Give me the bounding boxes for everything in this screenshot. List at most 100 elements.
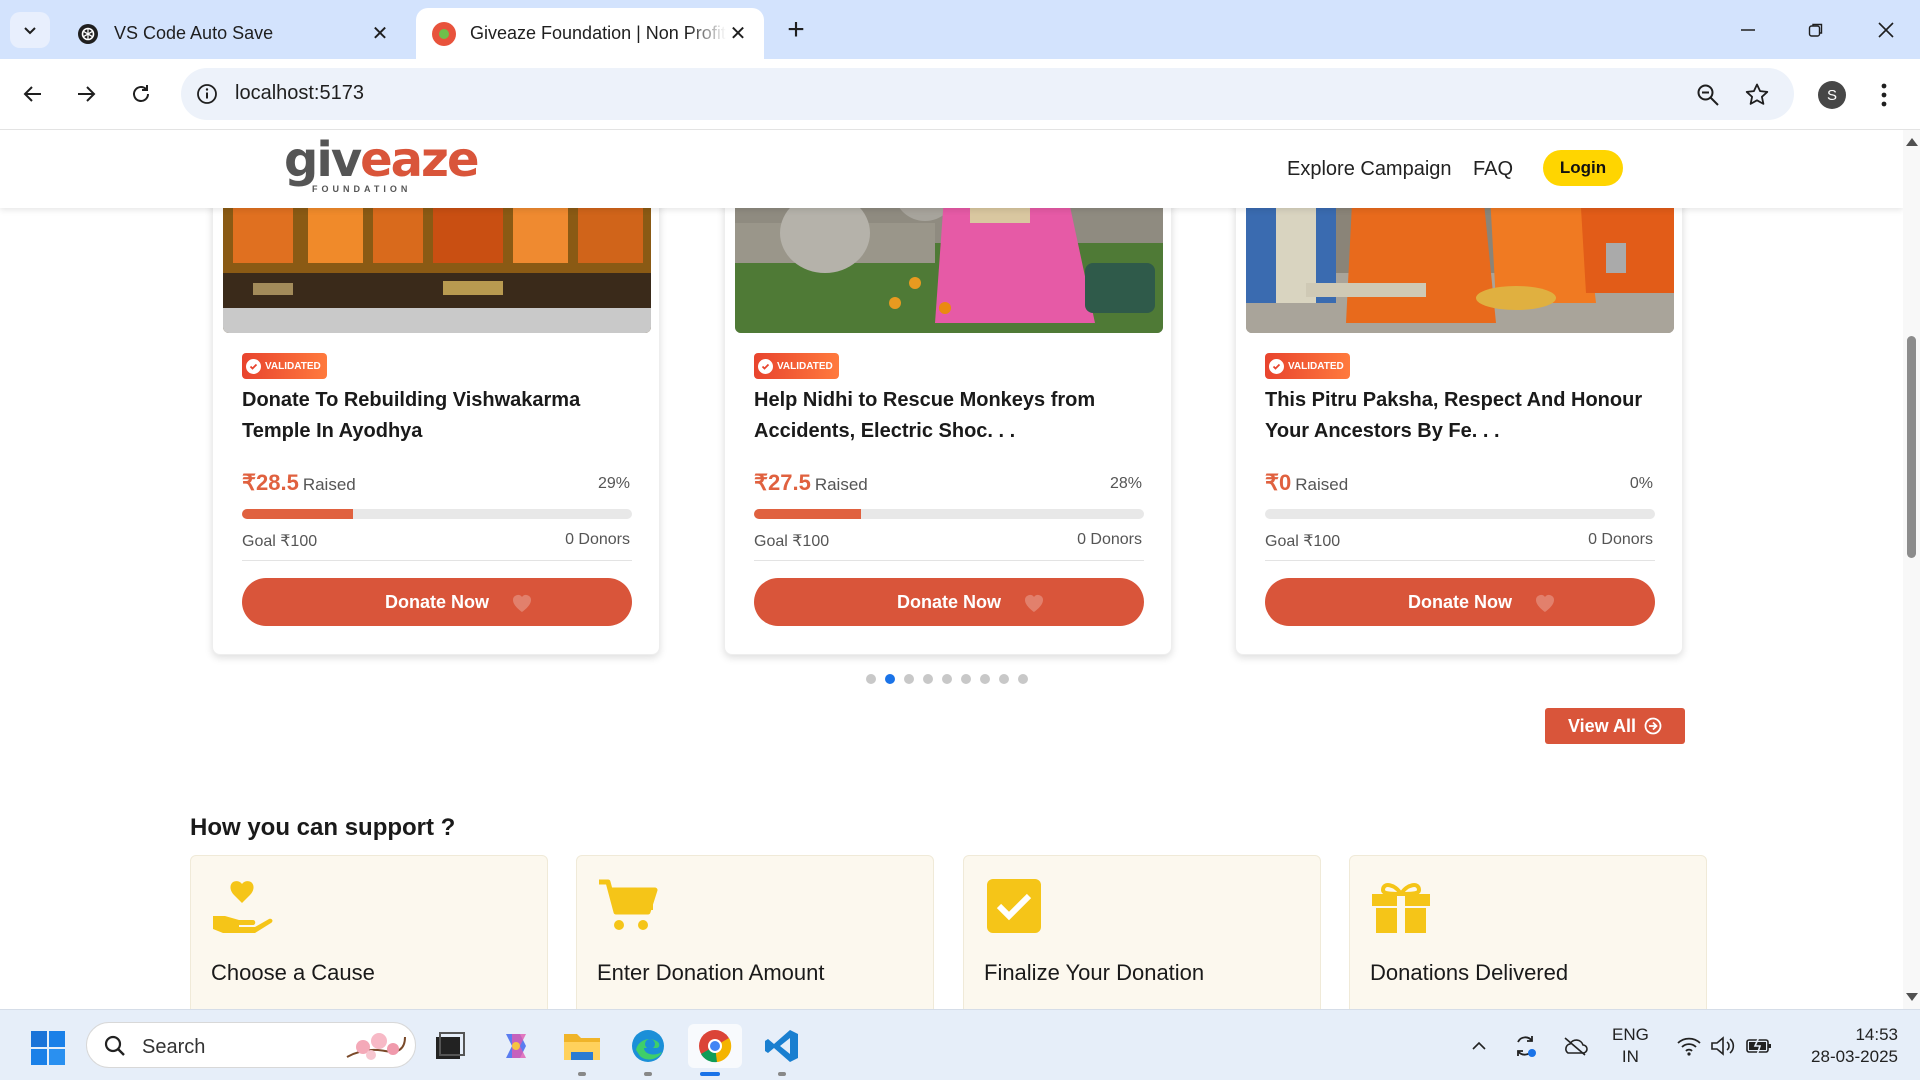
carousel-dot[interactable]	[904, 674, 914, 684]
taskbar-clock[interactable]: 14:53 28-03-2025	[1794, 1024, 1898, 1068]
raised-value: ₹28.5	[242, 470, 299, 495]
browser-toolbar: localhost:5173 S	[0, 59, 1920, 130]
clock-date: 28-03-2025	[1811, 1047, 1898, 1066]
minimize-icon	[1741, 29, 1755, 31]
forward-button[interactable]	[66, 74, 106, 114]
donate-now-button[interactable]: Donate Now	[242, 578, 632, 626]
running-indicator	[778, 1072, 786, 1076]
close-window-button[interactable]	[1862, 10, 1910, 50]
language-indicator[interactable]: ENG IN	[1612, 1024, 1649, 1068]
more-menu-icon[interactable]	[1872, 79, 1896, 111]
carousel-dot[interactable]	[866, 674, 876, 684]
taskbar-search[interactable]: Search	[86, 1022, 416, 1068]
taskbar-copilot[interactable]	[494, 1024, 538, 1068]
progress-percent: 0%	[1629, 475, 1653, 492]
raised-amount: ₹28.5 Raised	[242, 470, 356, 496]
progress-percent: 28%	[1109, 475, 1142, 492]
carousel-dot[interactable]	[999, 674, 1009, 684]
carousel-dot[interactable]	[1018, 674, 1028, 684]
folder-icon	[564, 1034, 600, 1060]
tab-giveaze[interactable]: Giveaze Foundation | Non Profit Organiza…	[416, 8, 764, 59]
page-scrollbar[interactable]	[1903, 130, 1920, 1009]
tray-onedrive[interactable]	[1560, 1032, 1590, 1060]
tray-wifi[interactable]	[1674, 1032, 1704, 1060]
donor-count: 0 Donors	[565, 531, 630, 548]
tab-close-icon[interactable]: ✕	[368, 22, 392, 46]
close-icon	[1878, 22, 1894, 38]
cart-icon	[599, 879, 658, 930]
progress-bar	[1265, 509, 1655, 519]
carousel-dot[interactable]	[961, 674, 971, 684]
taskbar-edge[interactable]	[626, 1024, 670, 1076]
bookmark-star-icon[interactable]	[1744, 82, 1770, 108]
donate-now-button[interactable]: Donate Now	[754, 578, 1144, 626]
tab-close-icon[interactable]: ✕	[726, 22, 750, 46]
speaker-icon	[1711, 1036, 1735, 1056]
check-badge-icon	[758, 358, 773, 374]
giveaze-logo[interactable]: giveaze FOUNDATION	[284, 136, 480, 198]
divider	[754, 560, 1144, 561]
campaign-title[interactable]: Donate To Rebuilding Vishwakarma Temple …	[242, 385, 642, 447]
taskbar-file-explorer[interactable]	[560, 1024, 604, 1076]
step-finalize: Finalize Your Donation	[963, 855, 1321, 1009]
step-label: Choose a Cause	[211, 960, 375, 985]
site-info-icon[interactable]	[195, 82, 219, 106]
carousel-dot[interactable]	[885, 674, 895, 684]
divider	[1265, 560, 1655, 561]
minimize-button[interactable]	[1724, 10, 1772, 50]
tab-search-button[interactable]	[10, 12, 50, 48]
campaign-card: VALIDATED Donate To Rebuilding Vishwakar…	[212, 130, 660, 655]
vscode-icon	[765, 1030, 798, 1062]
step-delivered: Donations Delivered	[1349, 855, 1707, 1009]
cherry-blossom-icon	[346, 1033, 406, 1060]
reload-button[interactable]	[121, 74, 161, 114]
login-button[interactable]: Login	[1543, 150, 1623, 186]
donate-now-button[interactable]: Donate Now	[1265, 578, 1655, 626]
chrome-icon	[699, 1030, 732, 1063]
sync-icon	[1517, 1036, 1536, 1057]
cloud-off-icon	[1564, 1037, 1588, 1056]
taskbar-vscode[interactable]	[760, 1024, 804, 1076]
view-all-button[interactable]: View All	[1545, 708, 1685, 744]
carousel-dot[interactable]	[980, 674, 990, 684]
tray-sync[interactable]	[1510, 1032, 1540, 1060]
zoom-icon[interactable]	[1695, 82, 1721, 108]
heart-icon	[513, 595, 531, 612]
nav-explore-campaign[interactable]: Explore Campaign	[1287, 158, 1452, 181]
tab-title: VS Code Auto Save	[114, 23, 274, 43]
browser-tab-strip: VS Code Auto Save ✕ Giveaze Foundation |…	[0, 0, 1920, 59]
profile-avatar[interactable]: S	[1818, 81, 1846, 109]
windows-start-icon[interactable]	[30, 1030, 66, 1066]
scroll-down-arrow[interactable]	[1906, 993, 1918, 1001]
logo-word-accent: eaze	[360, 132, 479, 188]
taskbar-task-view[interactable]	[428, 1024, 472, 1068]
carousel-dot[interactable]	[942, 674, 952, 684]
hand-heart-icon	[213, 881, 273, 933]
campaign-title[interactable]: This Pitru Paksha, Respect And Honour Yo…	[1265, 385, 1665, 447]
tab-vscode-auto-save[interactable]: VS Code Auto Save ✕	[60, 8, 406, 59]
donate-label: Donate Now	[1407, 591, 1512, 612]
donor-count: 0 Donors	[1588, 531, 1653, 548]
address-bar[interactable]: localhost:5173	[181, 68, 1794, 120]
page-viewport: giveaze FOUNDATION Explore Campaign FAQ …	[0, 130, 1903, 1009]
tray-battery[interactable]	[1744, 1032, 1774, 1060]
running-indicator	[578, 1072, 586, 1076]
campaign-title[interactable]: Help Nidhi to Rescue Monkeys from Accide…	[754, 385, 1154, 447]
lang-line-1: ENG	[1612, 1025, 1649, 1044]
campaign-card: VALIDATED Help Nidhi to Rescue Monkeys f…	[724, 130, 1172, 655]
nav-faq[interactable]: FAQ	[1473, 158, 1513, 181]
tray-overflow-button[interactable]	[1464, 1032, 1494, 1060]
heart-icon	[1536, 595, 1554, 612]
scrollbar-thumb[interactable]	[1907, 336, 1916, 558]
raised-amount: ₹27.5 Raised	[754, 470, 868, 496]
step-label: Donations Delivered	[1370, 960, 1569, 985]
giveaze-favicon-icon	[432, 21, 456, 46]
tray-volume[interactable]	[1708, 1032, 1738, 1060]
taskbar-chrome[interactable]	[688, 1024, 742, 1076]
back-button[interactable]	[13, 74, 53, 114]
carousel-dot[interactable]	[923, 674, 933, 684]
new-tab-button[interactable]: +	[780, 13, 812, 46]
logo-word: giv	[284, 132, 362, 188]
restore-button[interactable]	[1792, 10, 1840, 50]
scroll-up-arrow[interactable]	[1906, 138, 1918, 146]
